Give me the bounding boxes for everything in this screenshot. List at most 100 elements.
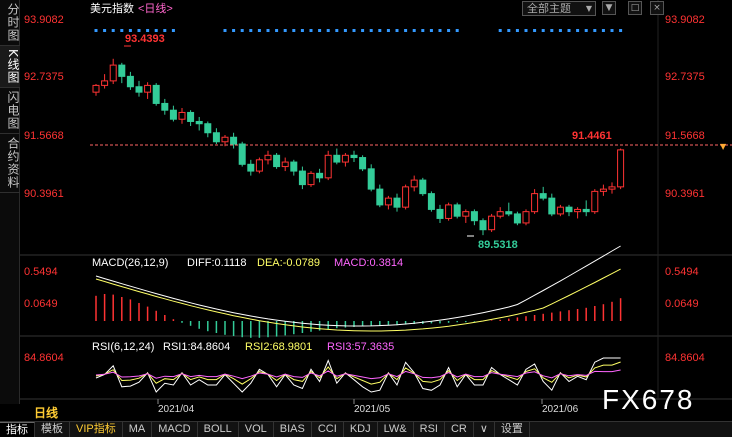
dropdown-toggle-button[interactable]: ▼ (602, 1, 616, 15)
signal-dot-row (94, 29, 623, 32)
candle-body (169, 109, 177, 120)
tab-kdj[interactable]: KDJ (344, 422, 378, 437)
chevron-down-icon: ▼ (585, 4, 592, 13)
theme-dropdown-label: 全部主题 (527, 2, 571, 15)
tab-bias[interactable]: BIAS (274, 422, 312, 437)
candle-body (152, 84, 160, 104)
candle-body (109, 64, 117, 82)
candle-body (316, 172, 324, 179)
close-button[interactable]: × (650, 1, 664, 15)
date-label-0: 2021/04 (158, 404, 195, 415)
candle-body (281, 161, 289, 168)
candle-body (582, 208, 590, 213)
candle-body (445, 204, 453, 219)
tab-cr[interactable]: CR (445, 422, 474, 437)
candle-body (410, 179, 418, 188)
side-tab-kline[interactable]: K线图 (0, 46, 20, 88)
side-tab-timeshare[interactable]: 分时图 (0, 0, 20, 46)
tab-vol[interactable]: VOL (239, 422, 274, 437)
candle-body (273, 154, 281, 168)
tab-boll[interactable]: BOLL (198, 422, 239, 437)
signal-dot (163, 29, 167, 32)
rsi3-line (95, 369, 621, 380)
signal-dot (429, 29, 433, 32)
last-price-marker-icon: ▼ (720, 142, 727, 151)
theme-dropdown[interactable]: 全部主题 ▼ (522, 1, 596, 16)
side-tab-contract[interactable]: 合约资料 (0, 134, 20, 193)
candle-body (427, 193, 435, 210)
candle-body (548, 197, 556, 215)
signal-dot (94, 29, 98, 32)
signal-dot (137, 29, 141, 32)
chevron-down-icon: ▼ (605, 3, 613, 13)
signal-dot (455, 29, 459, 32)
period-label: 日线 (34, 406, 59, 420)
price-axis-right-2: 91.5668 (665, 130, 705, 142)
candle-body (92, 84, 100, 93)
date-label-2: 2021/06 (542, 404, 579, 415)
signal-dot (412, 29, 416, 32)
tab-lwr[interactable]: LW& (378, 422, 414, 437)
signal-dot (498, 29, 502, 32)
chart-period: <日线> (138, 1, 173, 15)
signal-dot (335, 29, 339, 32)
signal-dot (386, 29, 390, 32)
signal-dot (232, 29, 236, 32)
signal-dot (223, 29, 227, 32)
price-axis-right-0: 93.9082 (665, 14, 705, 26)
candle-body (419, 179, 427, 195)
candle-body (513, 213, 521, 224)
tab-rsi[interactable]: RSI (414, 422, 445, 437)
side-tab-flash[interactable]: 闪电图 (0, 88, 20, 134)
tab-template[interactable]: 模板 (35, 422, 70, 437)
candle-body (195, 120, 203, 125)
signal-dot (601, 29, 605, 32)
tab-indicator[interactable]: 指标 (0, 422, 35, 437)
price-axis-right-1: 92.7375 (665, 71, 705, 83)
signal-dot (576, 29, 580, 32)
tab-vip-indicator[interactable]: VIP指标 (70, 422, 123, 437)
candle-body (221, 136, 229, 143)
candle-body (479, 220, 487, 231)
candle-body (359, 157, 367, 170)
maximize-button[interactable]: □ (628, 1, 642, 15)
signal-dot (326, 29, 330, 32)
candle-body (608, 186, 616, 190)
tab-cci[interactable]: CCI (312, 422, 344, 437)
signal-dot (154, 29, 158, 32)
macd-dea-line (95, 268, 621, 332)
candle-body (488, 215, 496, 231)
candle-body (617, 149, 625, 188)
candle-body (522, 211, 530, 224)
signal-dot (533, 29, 537, 32)
more-tabs-button[interactable]: ∨ (474, 422, 495, 437)
low-annotation: 89.5318 (478, 239, 518, 251)
signal-dot (249, 29, 253, 32)
signal-dot (343, 29, 347, 32)
signal-dot (111, 29, 115, 32)
tab-macd[interactable]: MACD (152, 422, 198, 437)
signal-dot (421, 29, 425, 32)
signal-dot (550, 29, 554, 32)
candle-body (367, 168, 375, 190)
signal-dot (128, 29, 132, 32)
rsi-axis-left-0: 84.8604 (24, 352, 64, 364)
candle-body (204, 123, 212, 134)
candle-body (384, 197, 392, 206)
signal-dot (283, 29, 287, 32)
macd-dea: DEA:-0.0789 (257, 257, 320, 269)
candle-body (350, 154, 358, 159)
tab-settings[interactable]: 设置 (495, 422, 530, 437)
macd-label: MACD(26,12,9) (92, 257, 168, 269)
tab-ma[interactable]: MA (123, 422, 153, 437)
signal-dot (275, 29, 279, 32)
candle-body (101, 80, 109, 86)
signal-dot (361, 29, 365, 32)
candle-body (333, 154, 341, 163)
candle-body (470, 211, 478, 222)
signal-dot (300, 29, 304, 32)
high-annotation: 93.4393 (125, 33, 165, 45)
candle-body (161, 102, 169, 111)
candle-body (230, 136, 238, 145)
signal-dot (610, 29, 614, 32)
